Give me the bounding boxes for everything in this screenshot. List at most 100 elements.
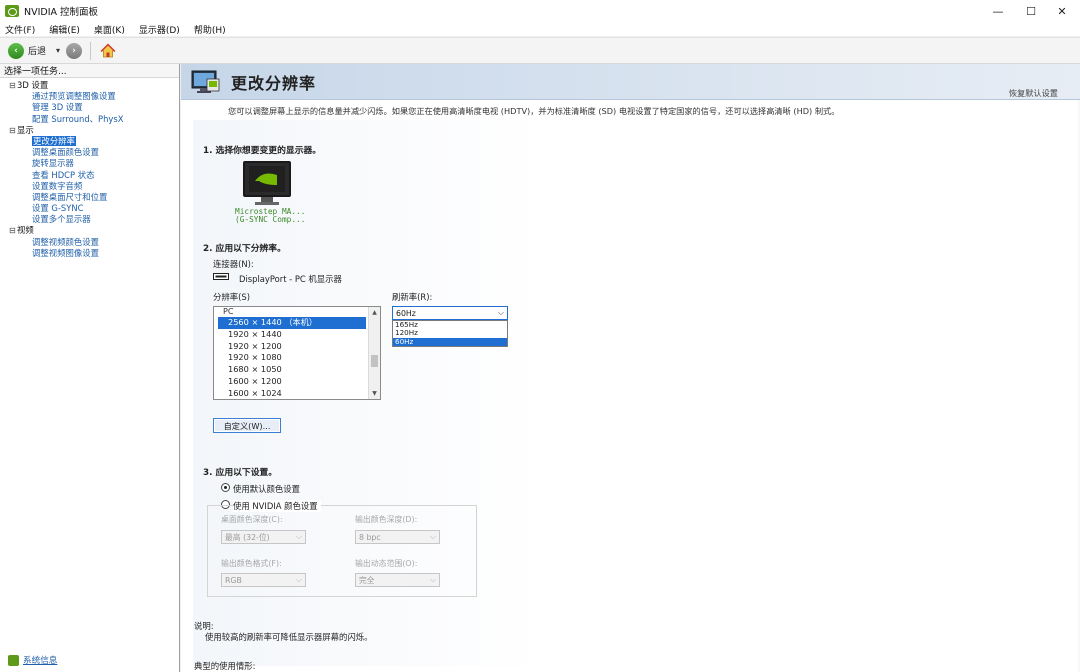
menu-bar: 文件(F) 编辑(E) 桌面(K) 显示器(D) 帮助(H): [0, 22, 1080, 36]
tree-task-item[interactable]: 调整桌面尺寸和位置: [0, 192, 179, 203]
title-bar: NVIDIA 控制面板 — ☐ ✕: [0, 0, 1080, 22]
home-icon: [100, 43, 116, 57]
collapse-icon[interactable]: ⊟: [9, 225, 17, 236]
resolution-scrollbar[interactable]: ▲ ▼: [368, 307, 380, 399]
menu-display[interactable]: 显示器(D): [139, 23, 180, 36]
nvidia-logo-icon: [5, 5, 19, 17]
customize-button[interactable]: 自定义(W)...: [213, 418, 281, 433]
home-button[interactable]: [99, 42, 117, 60]
tree-item-label: 调整视频颜色设置: [32, 236, 99, 247]
resolution-option[interactable]: 1920 × 1440: [214, 329, 366, 341]
tree-item-label: 管理 3D 设置: [32, 102, 83, 113]
refresh-rate-option[interactable]: 60Hz: [393, 337, 507, 346]
radio-nvidia-color-label: 使用 NVIDIA 颜色设置: [233, 500, 321, 512]
tree-item-label: 配置 Surround、PhysX: [32, 113, 124, 124]
resolution-rows: 2560 × 1440 （本机） 1920 × 1440 1920 × 1200 19…: [214, 317, 380, 399]
tree-task-item[interactable]: 调整视频颜色设置: [0, 237, 179, 248]
resolution-option[interactable]: 1600 × 1024: [214, 388, 366, 399]
menu-help[interactable]: 帮助(H): [194, 23, 226, 36]
tree-item-label: 设置数字音频: [32, 180, 83, 191]
monitor-name-line2: (G-SYNC Comp...: [235, 215, 306, 224]
tree-task-item[interactable]: 更改分辨率: [0, 135, 179, 147]
tree-task-item[interactable]: 调整桌面颜色设置: [0, 147, 179, 158]
display-selector[interactable]: [243, 161, 291, 205]
explanation-text: 使用较高的刷新率可降低显示器屏幕的闪烁。: [205, 632, 373, 642]
minimize-button[interactable]: —: [980, 0, 1016, 22]
output-color-depth-value: 8 bpc: [359, 532, 381, 542]
section-apply-resolution: 2. 应用以下分辨率。: [203, 244, 286, 254]
output-color-depth-select: 8 bpc ⌵: [355, 530, 440, 544]
nvidia-color-group: 桌面颜色深度(C): 最高 (32-位) ⌵ 输出颜色深度(D): 8 bpc …: [207, 505, 477, 597]
back-arrow-icon: ‹: [8, 42, 24, 59]
chevron-down-icon: ⌵: [295, 575, 302, 584]
tree-task-item[interactable]: 通过预览调整图像设置: [0, 91, 179, 102]
content-pane: 更改分辨率 恢复默认设置 您可以调整屏幕上显示的信息量并减少闪烁。如果您正在使用…: [181, 64, 1080, 672]
typical-usage-title: 典型的使用情形:: [194, 661, 256, 671]
tree-task-item[interactable]: 旋转显示器: [0, 158, 179, 169]
restore-defaults-link[interactable]: 恢复默认设置: [1009, 87, 1058, 99]
output-color-depth-label: 输出颜色深度(D):: [355, 515, 418, 524]
forward-button[interactable]: ›: [66, 42, 83, 59]
chevron-down-icon: ⌵: [429, 575, 436, 584]
menu-desktop[interactable]: 桌面(K): [94, 23, 125, 36]
page-title: 更改分辨率: [231, 74, 317, 93]
output-dynamic-range-value: 完全: [359, 575, 375, 585]
output-dynamic-range-label: 输出动态范围(O):: [355, 559, 418, 568]
collapse-icon[interactable]: ⊟: [9, 125, 17, 136]
output-dynamic-range-select: 完全 ⌵: [355, 573, 440, 587]
nvidia-eye-icon: [249, 166, 285, 192]
output-color-format-select: RGB ⌵: [221, 573, 306, 587]
section-apply-settings: 3. 应用以下设置。: [203, 468, 278, 478]
tree-item-label: 显示: [17, 124, 34, 135]
resolution-listbox[interactable]: PC 2560 × 1440 （本机） 1920 × 1440 1920 × 120…: [213, 306, 381, 400]
tree-task-item[interactable]: 设置数字音频: [0, 181, 179, 192]
tree-category[interactable]: ⊟视频: [0, 225, 179, 236]
resolution-option[interactable]: 1920 × 1200: [214, 341, 366, 353]
refresh-rate-select[interactable]: 60Hz ⌵: [392, 306, 508, 320]
scroll-up-icon[interactable]: ▲: [369, 307, 380, 318]
resolution-option[interactable]: 1680 × 1050: [214, 364, 366, 376]
toolbar-separator: [90, 41, 92, 60]
monitor-screen: [243, 161, 291, 197]
desktop-color-depth-label: 桌面颜色深度(C):: [221, 515, 283, 524]
tree-task-item[interactable]: 设置多个显示器: [0, 214, 179, 225]
tree-category[interactable]: ⊟3D 设置: [0, 80, 179, 91]
tree-task-item[interactable]: 配置 Surround、PhysX: [0, 114, 179, 125]
radio-default-color-label: 使用默认颜色设置: [233, 484, 300, 494]
close-button[interactable]: ✕: [1044, 0, 1080, 22]
chevron-down-icon: ⌵: [295, 532, 302, 541]
tree-task-item[interactable]: 管理 3D 设置: [0, 102, 179, 113]
tree-task-item[interactable]: 设置 G-SYNC: [0, 203, 179, 214]
tree-item-label: 旋转显示器: [32, 158, 74, 169]
menu-file[interactable]: 文件(F): [5, 23, 35, 36]
collapse-icon[interactable]: ⊟: [9, 80, 17, 91]
toolbar: ‹ 后退 ▾ ›: [0, 37, 1080, 64]
tree-item-label: 调整桌面颜色设置: [32, 147, 99, 158]
tree-item-label: 设置 G-SYNC: [32, 203, 84, 214]
resolution-option[interactable]: 1920 × 1080: [214, 352, 366, 364]
system-info-icon: [8, 654, 19, 666]
history-dropdown-icon[interactable]: ▾: [56, 46, 60, 55]
back-button[interactable]: ‹ 后退: [8, 42, 46, 59]
desktop-color-depth-value: 最高 (32-位): [225, 532, 270, 542]
tree-task-item[interactable]: 调整视频图像设置: [0, 248, 179, 259]
window-title: NVIDIA 控制面板: [24, 7, 99, 18]
tree-category[interactable]: ⊟显示: [0, 125, 179, 136]
display-settings-icon: [191, 70, 220, 93]
page-banner: 更改分辨率 恢复默认设置: [181, 64, 1080, 100]
tree-item-label: 查看 HDCP 状态: [32, 169, 95, 180]
resolution-group-header: PC: [223, 307, 234, 316]
tree-task-item[interactable]: 查看 HDCP 状态: [0, 170, 179, 181]
radio-default-color[interactable]: [221, 483, 230, 492]
resolution-option[interactable]: 2560 × 1440 （本机）: [218, 317, 366, 329]
chevron-down-icon: ⌵: [497, 308, 504, 317]
scroll-thumb[interactable]: [371, 355, 378, 367]
menu-edit[interactable]: 编辑(E): [49, 23, 80, 36]
scroll-down-icon[interactable]: ▼: [369, 388, 380, 399]
resolution-option[interactable]: 1600 × 1200: [214, 376, 366, 388]
tree-item-label: 更改分辨率: [32, 135, 76, 146]
connector-value: DisplayPort - PC 机显示器: [239, 274, 342, 284]
desktop-color-depth-select: 最高 (32-位) ⌵: [221, 530, 306, 544]
task-panel: 选择一项任务... ⊟3D 设置 通过预览调整图像设置 管理 3D 设置 配置 Sur…: [0, 64, 180, 672]
system-info-link[interactable]: 系统信息: [8, 654, 57, 666]
